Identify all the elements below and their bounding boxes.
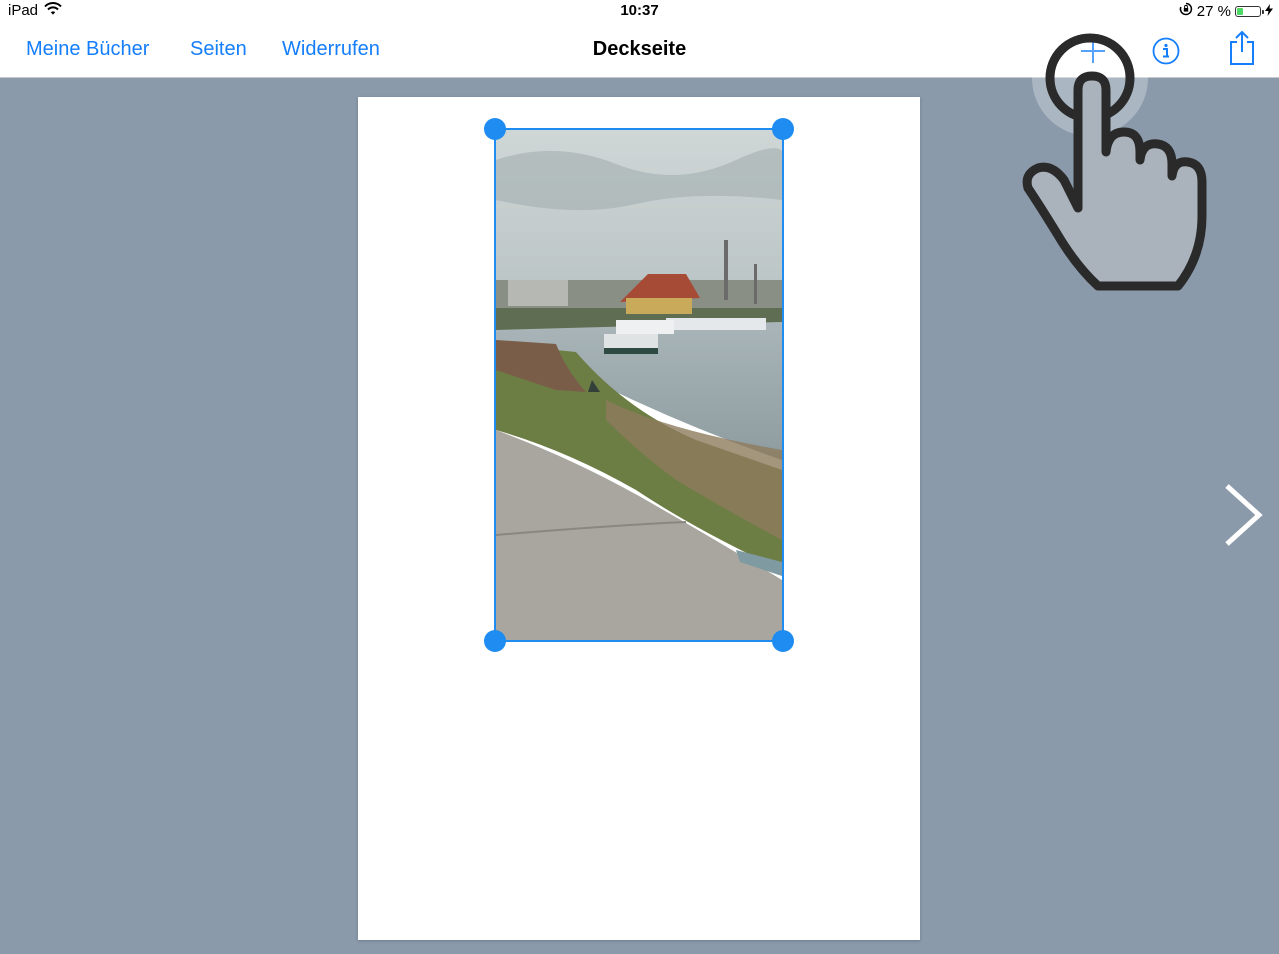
add-button[interactable] [1080,38,1106,69]
battery-level [1237,7,1243,15]
bolt-icon [1265,3,1273,20]
plus-icon [1081,39,1105,63]
status-time: 10:37 [620,2,659,19]
resize-handle-top-right[interactable] [772,118,794,140]
resize-handle-top-left[interactable] [484,118,506,140]
rotation-lock-icon [1179,2,1193,20]
info-button[interactable] [1152,37,1180,70]
chevron-right-icon [1225,484,1263,546]
next-page-button[interactable] [1222,482,1264,553]
resize-handle-bottom-right[interactable] [772,630,794,652]
battery-percent: 27 % [1196,2,1231,20]
river-landscape-photo [496,130,782,640]
share-button[interactable] [1229,30,1255,71]
status-right: 27 % [1179,2,1273,20]
info-icon [1152,37,1180,65]
selected-photo[interactable] [494,128,784,642]
share-icon [1230,30,1254,65]
battery-icon [1235,5,1264,17]
navigation-bar: Meine Bücher Seiten Widerrufen Deckseite [0,22,1279,78]
resize-handle-bottom-left[interactable] [484,630,506,652]
status-bar: iPad 10:37 27 % [0,0,1279,22]
